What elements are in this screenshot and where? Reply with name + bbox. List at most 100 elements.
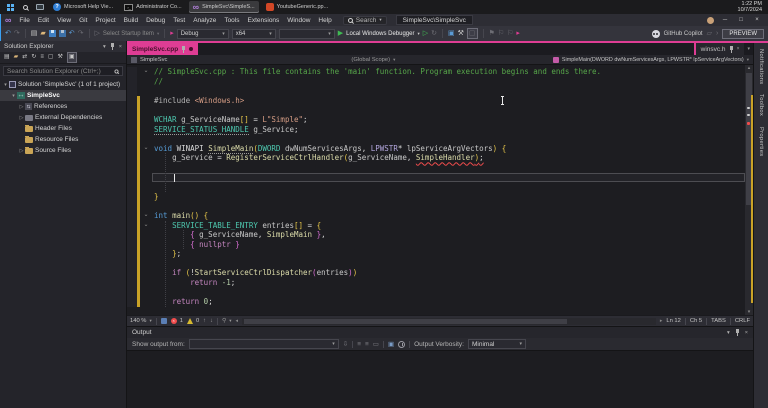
output-content[interactable] <box>127 351 753 408</box>
breakpoint-margin[interactable] <box>127 153 137 163</box>
code-line-5[interactable] <box>127 105 745 115</box>
scroll-right-icon[interactable]: ▸ <box>660 318 663 324</box>
switch-views-icon[interactable]: ▤ <box>4 53 10 62</box>
next-issue-icon[interactable]: ↓ <box>210 318 213 324</box>
line-indicator[interactable]: Ln 12 <box>666 318 681 324</box>
breakpoint-margin[interactable] <box>127 76 137 87</box>
local-windows-debugger-button[interactable]: Local Windows Debugger <box>346 31 414 37</box>
code-line-20[interactable]: }; <box>127 249 745 259</box>
menu-window[interactable]: Window <box>283 16 314 25</box>
solution-explorer-header[interactable]: Solution Explorer ▾ × <box>0 41 126 52</box>
breakpoint-margin[interactable] <box>127 268 137 279</box>
output-header[interactable]: Output ▾ × <box>127 327 753 338</box>
collapse-region-icon[interactable]: ⌄ <box>140 211 152 221</box>
pin-icon[interactable] <box>729 45 734 53</box>
code-line-8[interactable] <box>127 134 745 144</box>
scroll-down-icon[interactable]: ▾ <box>745 309 753 315</box>
code-line-17[interactable]: ⌄ SERVICE_TABLE_ENTRY entries[] = { <box>127 220 745 231</box>
code-line-14[interactable]: } <box>127 191 745 202</box>
menu-debug[interactable]: Debug <box>142 16 169 25</box>
expander-icon[interactable]: ▷ <box>18 148 25 154</box>
select-startup-item[interactable]: Select Startup Item <box>103 31 154 37</box>
breakpoint-margin[interactable] <box>127 220 137 231</box>
breakpoint-margin[interactable] <box>127 162 137 173</box>
sync-with-active-document-icon[interactable]: ⇄ <box>22 53 27 62</box>
solution-platform-combo[interactable]: x64 ▾ <box>231 28 276 39</box>
output-verbosity-combo[interactable]: Minimal ▾ <box>467 339 526 349</box>
breakpoint-margin[interactable] <box>127 134 137 144</box>
code-line-13[interactable] <box>127 182 745 192</box>
column-indicator[interactable]: Ch 5 <box>690 318 702 324</box>
tree-item-resource-files[interactable]: Resource Files <box>0 134 126 145</box>
code-line-6[interactable]: WCHAR g_ServiceName[] = L"Simple"; <box>127 114 745 125</box>
breakpoint-margin[interactable] <box>127 67 137 77</box>
indent-mode[interactable]: TABS <box>711 318 726 324</box>
code-line-4[interactable]: #include <Windows.h> <box>127 95 745 106</box>
breakpoint-margin[interactable] <box>127 143 137 154</box>
code-line-24[interactable] <box>127 287 745 298</box>
rail-tab-toolbox[interactable]: Toolbox <box>758 94 764 116</box>
document-health-icon[interactable] <box>160 318 167 324</box>
menu-git[interactable]: Git <box>75 16 91 25</box>
breakpoint-margin[interactable] <box>127 278 137 288</box>
zoom-control[interactable]: 140 % ▾ <box>130 318 152 324</box>
expander-icon[interactable]: ▾ <box>10 93 17 99</box>
pin-icon[interactable] <box>735 329 740 336</box>
breakpoint-margin[interactable] <box>127 230 137 240</box>
breakpoint-margin[interactable] <box>127 172 137 183</box>
tab-list-dropdown[interactable]: ▾ <box>744 43 753 55</box>
bookmark-prev-icon[interactable]: ⚐ <box>498 29 504 38</box>
breadcrumb-member[interactable]: SimpleMain(DWORD dwNumServicesArgs, LPWS… <box>552 56 749 63</box>
taskbar-app[interactable]: ? Microsoft Help Vie... <box>49 1 117 13</box>
code-line-16[interactable]: ⌄ int main() { <box>127 210 745 221</box>
show-all-files-icon[interactable]: ▢ <box>48 53 54 62</box>
tree-item-header-files[interactable]: Header Files <box>0 123 126 134</box>
solution-configuration-combo[interactable]: Debug ▾ <box>176 28 229 39</box>
tree-item-external-dependencies[interactable]: ▷ External Dependencies <box>0 112 126 123</box>
breakpoint-margin[interactable] <box>127 297 137 307</box>
tree-item-solution-simplesvc-1-of-1-project[interactable]: ▾ Solution 'SimpleSvc' (1 of 1 project) <box>0 79 126 90</box>
startup-project-combo[interactable]: ▾ <box>278 28 335 39</box>
collapse-region-icon[interactable]: ⌄ <box>140 144 152 154</box>
github-copilot-label[interactable]: GitHub Copilot <box>664 31 703 37</box>
breakpoint-margin[interactable] <box>127 191 137 202</box>
breakpoint-margin[interactable] <box>127 201 137 211</box>
menu-help[interactable]: Help <box>314 16 335 25</box>
tab-winsvc-h[interactable]: winsvc.h × <box>693 43 745 55</box>
expander-icon[interactable]: ▾ <box>2 82 9 88</box>
menu-analyze[interactable]: Analyze <box>189 16 220 25</box>
breakpoint-margin[interactable] <box>127 249 137 259</box>
vertical-scrollbar[interactable]: ▴ ▾ <box>745 65 753 315</box>
taskbar-app[interactable]: ∞ SimpleSvc\SimpleS... <box>188 1 259 13</box>
properties-icon[interactable]: ⚒ <box>58 53 63 62</box>
menu-tools[interactable]: Tools <box>220 16 243 25</box>
close-button[interactable]: × <box>752 17 762 23</box>
maximize-button[interactable]: □ <box>736 17 746 23</box>
code-line-9[interactable]: ⌄ void WINAPI SimpleMain(DWORD dwNumServi… <box>127 143 745 154</box>
user-avatar[interactable] <box>707 16 714 24</box>
breadcrumb-scope[interactable]: (Global Scope) ▾ <box>351 57 395 63</box>
minimize-button[interactable]: ─ <box>720 17 730 23</box>
code-line-12[interactable] <box>127 172 745 183</box>
save-all-icon[interactable] <box>58 30 66 37</box>
menu-extensions[interactable]: Extensions <box>244 16 284 25</box>
bookmark-icon[interactable]: ⚑ <box>489 29 495 38</box>
refresh-icon[interactable]: ↻ <box>31 53 36 62</box>
error-count[interactable]: × 1 <box>170 318 183 324</box>
code-line-7[interactable]: SERVICE_STATUS_HANDLE g_Service; <box>127 124 745 135</box>
menu-project[interactable]: Project <box>91 16 119 25</box>
code-line-10[interactable]: g_Service = RegisterServiceCtrlHandler(g… <box>127 153 745 163</box>
breakpoint-margin[interactable] <box>127 258 137 269</box>
tree-item-simplesvc[interactable]: ▾ ++ SimpleSvc <box>0 90 126 101</box>
pin-icon[interactable] <box>181 45 186 53</box>
navigate-forward-icon[interactable]: ↷ <box>14 29 20 38</box>
send-feedback-icon[interactable]: ▱ <box>707 29 712 38</box>
code-line-18[interactable]: { g_ServiceName, SimpleMain }, <box>127 230 745 240</box>
go-to-next-message-icon[interactable]: ≡ <box>365 341 369 348</box>
clear-all-icon[interactable]: ▭ <box>373 340 379 348</box>
preview-button[interactable]: PREVIEW <box>722 28 764 39</box>
code-line-3[interactable] <box>127 86 745 96</box>
refresh-icon[interactable]: ↻ <box>431 29 437 38</box>
expander-icon[interactable]: ▷ <box>18 115 25 121</box>
navigate-back-icon[interactable]: ↶ <box>5 29 11 38</box>
